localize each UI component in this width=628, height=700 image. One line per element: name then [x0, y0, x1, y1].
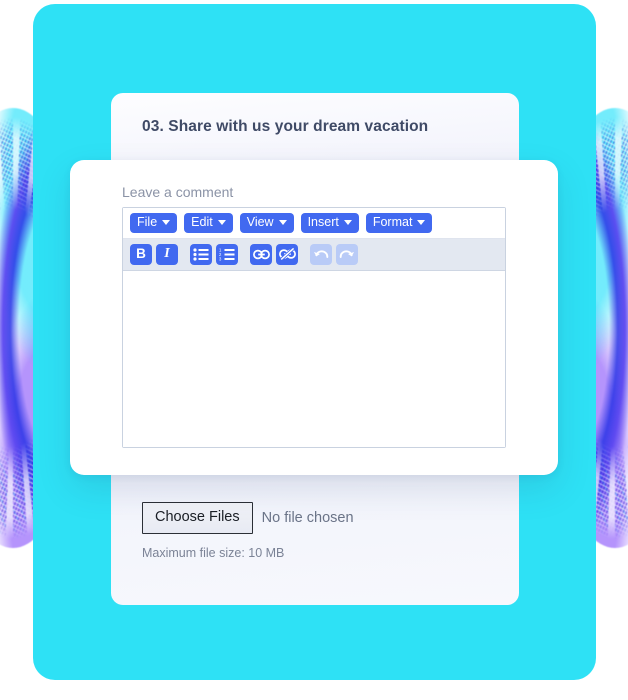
numbered-list-icon: 1 2 3 — [219, 248, 235, 261]
leave-a-comment-label: Leave a comment — [122, 184, 234, 200]
chevron-down-icon — [343, 219, 352, 225]
chevron-down-icon — [278, 219, 287, 225]
menu-item-file[interactable]: File — [130, 213, 178, 233]
bullet-list-button[interactable] — [190, 243, 212, 265]
chevron-down-icon — [162, 219, 171, 225]
menu-item-format-label: Format — [372, 215, 413, 229]
undo-icon — [314, 249, 329, 258]
editor-menubar: File Edit View Insert Format — [123, 208, 505, 239]
menu-item-view[interactable]: View — [239, 213, 294, 233]
italic-icon: I — [164, 246, 170, 261]
chevron-down-icon — [217, 219, 226, 225]
redo-icon — [339, 249, 354, 258]
file-upload-row: Choose Files No file chosen — [142, 502, 354, 534]
link-icon — [252, 249, 270, 259]
redo-button[interactable] — [336, 243, 358, 265]
italic-button[interactable]: I — [156, 243, 178, 265]
page-title: 03. Share with us your dream vacation — [142, 118, 429, 135]
bold-button[interactable]: B — [130, 243, 152, 265]
choose-files-button[interactable]: Choose Files — [142, 502, 253, 534]
unlink-button[interactable] — [276, 243, 298, 265]
menu-item-format[interactable]: Format — [365, 213, 433, 233]
chevron-down-icon — [417, 219, 426, 225]
menu-item-edit[interactable]: Edit — [184, 213, 233, 233]
link-button[interactable] — [250, 243, 272, 265]
file-upload-block: Choose Files No file chosen Maximum file… — [142, 502, 354, 560]
menu-item-edit-label: Edit — [191, 215, 213, 229]
comment-modal: Leave a comment File Edit View Insert Fo… — [70, 160, 558, 475]
svg-text:3: 3 — [219, 256, 222, 260]
menu-item-insert-label: Insert — [307, 215, 339, 229]
menu-item-insert[interactable]: Insert — [300, 213, 359, 233]
editor-content-area[interactable] — [123, 270, 505, 447]
undo-button[interactable] — [310, 243, 332, 265]
numbered-list-button[interactable]: 1 2 3 — [216, 243, 238, 265]
bullet-list-icon — [193, 247, 209, 261]
menu-item-file-label: File — [137, 215, 158, 229]
menu-item-view-label: View — [246, 215, 274, 229]
bold-icon: B — [136, 246, 146, 262]
max-file-size-hint: Maximum file size: 10 MB — [142, 545, 285, 560]
rich-text-editor: File Edit View Insert Format B I 1 2 3 — [122, 207, 506, 448]
editor-toolbar: B I 1 2 3 — [123, 238, 505, 271]
no-file-chosen-label: No file chosen — [261, 509, 354, 526]
unlink-icon — [278, 247, 296, 261]
